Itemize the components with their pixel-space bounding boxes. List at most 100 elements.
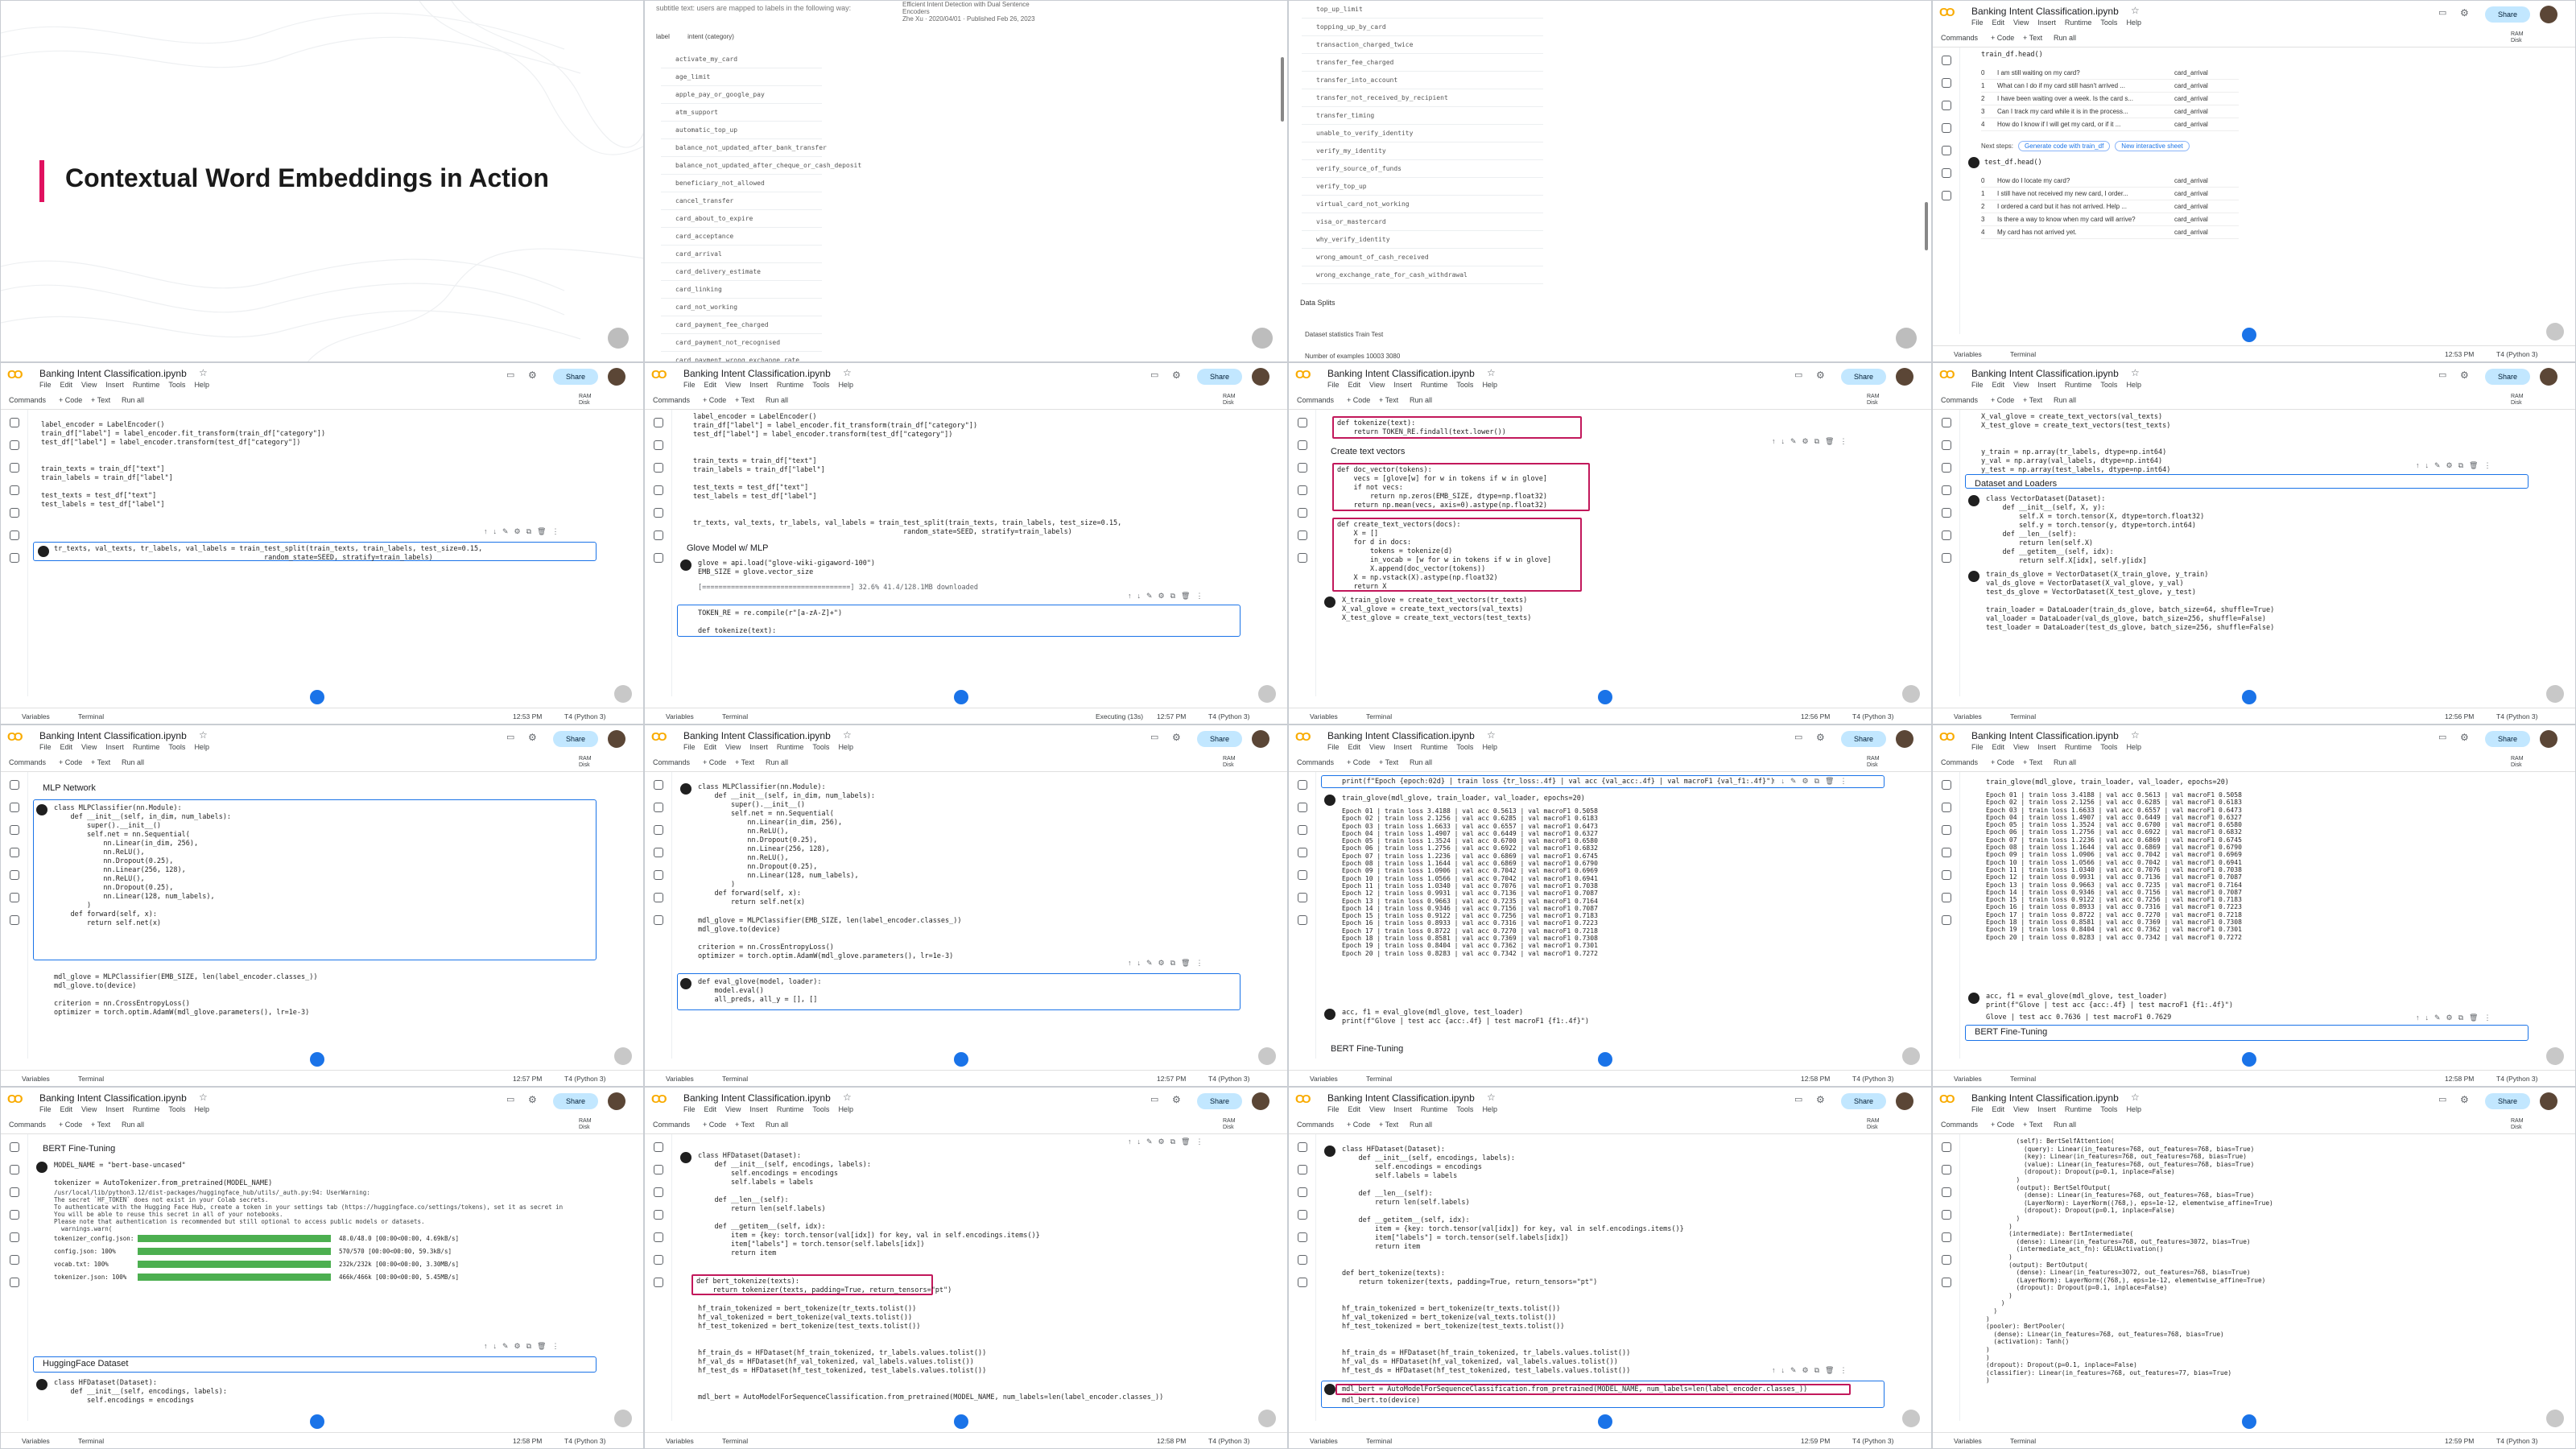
variables-button[interactable]: Variables [1310,1075,1338,1083]
menu-item[interactable]: Help [2126,1105,2141,1113]
run-cell-button[interactable] [680,559,691,571]
search-icon[interactable] [1942,440,1951,450]
menu-item[interactable]: Help [2126,381,2141,389]
menu-item[interactable]: Tools [812,381,829,389]
menu-item[interactable]: Insert [105,743,124,751]
share-button[interactable]: Share [1197,731,1242,747]
variables-button[interactable]: Variables [22,712,50,720]
share-button[interactable]: Share [1841,731,1886,747]
star-icon[interactable]: ☆ [2131,367,2140,378]
add-text-button[interactable]: + Text [2023,396,2042,404]
code-icon[interactable] [654,1187,663,1197]
run-cell-button[interactable] [1324,795,1335,806]
menu-item[interactable]: Insert [749,381,768,389]
section-header[interactable]: HuggingFace Dataset [43,1359,128,1368]
run-cell-button[interactable] [1324,1384,1335,1395]
search-icon[interactable] [10,803,19,812]
menu-item[interactable]: Edit [60,743,73,751]
code-icon[interactable] [1942,1187,1951,1197]
chip-interactive-sheet[interactable]: New interactive sheet [2115,141,2190,151]
variables-icon[interactable] [10,870,19,880]
variables-button[interactable]: Variables [1310,712,1338,720]
cell-toolbar[interactable]: ↑↓✎⚙⧉🗑⋮ [484,527,564,536]
terminal-icon[interactable] [1942,553,1951,563]
avatar[interactable] [608,730,625,748]
gear-icon[interactable]: ⚙ [528,1094,537,1105]
files-icon[interactable] [1942,1255,1951,1265]
avatar[interactable] [2540,6,2557,23]
menu-item[interactable]: Tools [1456,743,1473,751]
code-icon[interactable] [1942,463,1951,473]
run-all-button[interactable]: Run all [122,758,144,766]
variables-button[interactable]: Variables [22,1437,50,1445]
share-button[interactable]: Share [553,1093,598,1109]
colab-logo-icon[interactable]: CO [1939,6,1955,19]
share-button[interactable]: Share [553,731,598,747]
run-all-button[interactable]: Run all [1410,396,1432,404]
add-code-button[interactable]: + Code [703,1121,726,1129]
comment-icon[interactable]: ▭ [2438,1094,2446,1104]
notebook-title[interactable]: Banking Intent Classification.ipynb [39,730,187,741]
comment-icon[interactable]: ▭ [1150,1094,1158,1104]
key-icon[interactable] [1298,848,1307,857]
add-text-button[interactable]: + Text [1379,1121,1398,1129]
terminal-button[interactable]: Terminal [1366,1437,1392,1445]
comment-icon[interactable]: ▭ [506,1094,514,1104]
gear-icon[interactable]: ⚙ [528,369,537,381]
terminal-icon[interactable] [654,915,663,925]
star-icon[interactable]: ☆ [2131,5,2140,16]
menu-item[interactable]: Insert [1393,1105,1412,1113]
files-icon[interactable] [1298,530,1307,540]
comment-icon[interactable]: ▭ [2438,369,2446,380]
star-icon[interactable]: ☆ [843,729,852,741]
menu-item[interactable]: View [725,1105,741,1113]
files-icon[interactable] [1942,530,1951,540]
menu-item[interactable]: Tools [1456,1105,1473,1113]
notebook-title[interactable]: Banking Intent Classification.ipynb [1327,1092,1475,1104]
commands-button[interactable]: Commands [653,1121,690,1129]
menu-icon[interactable] [654,1142,663,1152]
run-all-button[interactable]: Run all [122,1121,144,1129]
add-code-button[interactable]: + Code [1347,758,1370,766]
add-code-button[interactable]: + Code [1991,34,2014,42]
search-icon[interactable] [654,1165,663,1174]
menu-item[interactable]: View [2013,743,2029,751]
notebook-title[interactable]: Banking Intent Classification.ipynb [1971,368,2119,379]
menu-item[interactable]: Tools [2100,743,2117,751]
search-icon[interactable] [1942,803,1951,812]
gear-icon[interactable]: ⚙ [1816,1094,1825,1105]
menu-item[interactable]: Tools [812,1105,829,1113]
terminal-button[interactable]: Terminal [1366,712,1392,720]
key-icon[interactable] [1298,1210,1307,1220]
menu-item[interactable]: File [1327,743,1340,751]
gear-icon[interactable]: ⚙ [1172,1094,1181,1105]
menu-item[interactable]: Tools [2100,381,2117,389]
menu-item[interactable]: Runtime [133,1105,160,1113]
run-cell-button[interactable] [38,546,49,557]
share-button[interactable]: Share [1197,369,1242,385]
key-icon[interactable] [1942,1210,1951,1220]
menu-item[interactable]: Help [838,743,853,751]
search-icon[interactable] [654,803,663,812]
colab-logo-icon[interactable]: CO [1295,1092,1311,1106]
menu-item[interactable]: Help [194,743,209,751]
share-button[interactable]: Share [2485,6,2530,23]
menu-item[interactable]: Help [838,381,853,389]
files-icon[interactable] [10,1255,19,1265]
run-all-button[interactable]: Run all [766,396,788,404]
corner-button[interactable] [608,328,629,349]
menu-item[interactable]: Insert [749,1105,768,1113]
menu-item[interactable]: Edit [1992,1105,2005,1113]
section-header[interactable]: MLP Network [43,783,96,793]
menu-icon[interactable] [1942,1142,1951,1152]
run-all-button[interactable]: Run all [122,396,144,404]
menu-icon[interactable] [1942,56,1951,65]
star-icon[interactable]: ☆ [1487,367,1496,378]
search-icon[interactable] [10,1165,19,1174]
terminal-button[interactable]: Terminal [78,712,104,720]
scrollbar[interactable] [1925,202,1928,250]
variables-icon[interactable] [1942,146,1951,155]
menu-item[interactable]: Help [194,1105,209,1113]
chip-generate-code[interactable]: Generate code with train_df [2018,141,2111,151]
notebook-title[interactable]: Banking Intent Classification.ipynb [1971,6,2119,17]
